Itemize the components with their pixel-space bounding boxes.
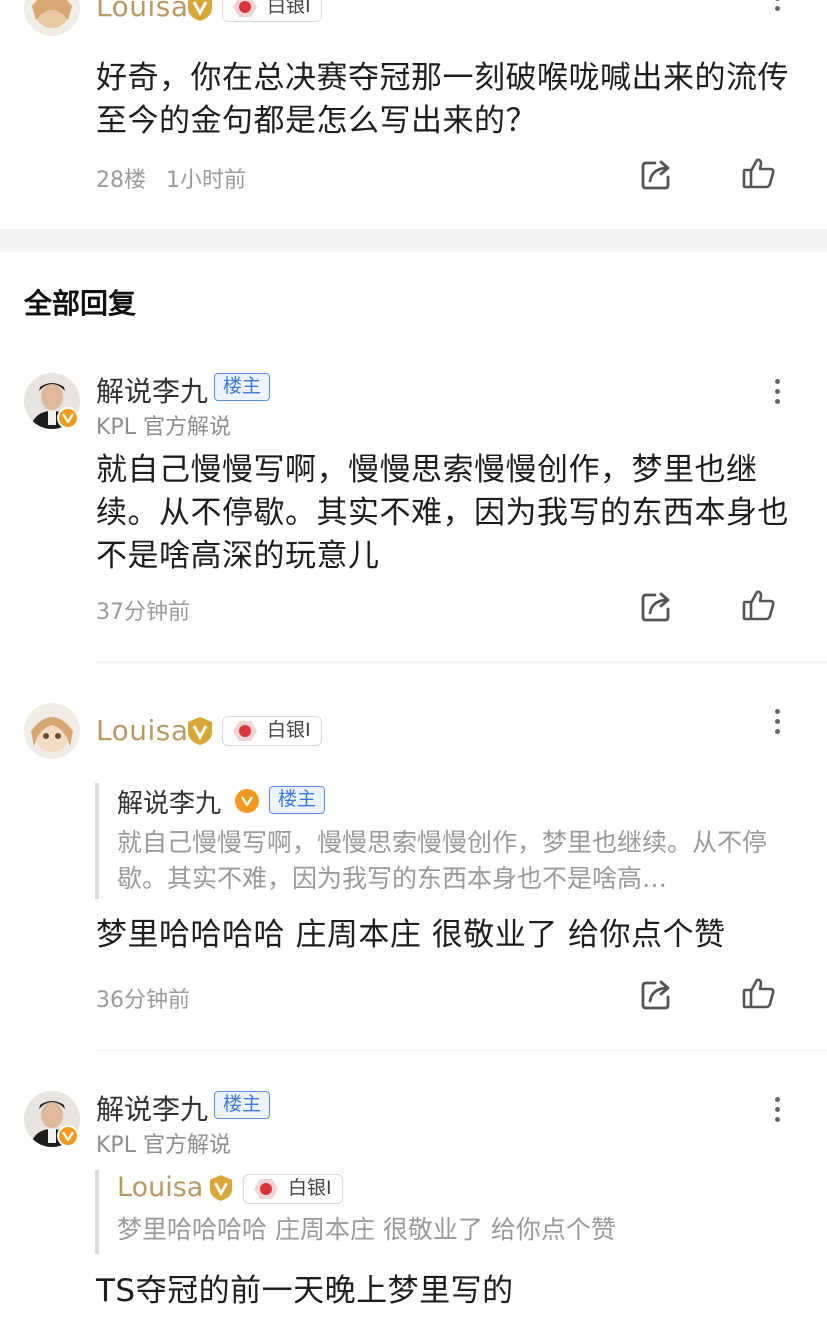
thumbs-up-icon[interactable] [742,976,776,1010]
rank-label: 白银I [267,719,311,741]
rank-emblem-icon [233,0,257,17]
quoted-user-name: Louisa [117,1172,204,1203]
verified-v-icon [57,1125,79,1147]
quoted-text: 梦里哈哈哈哈 庄周本庄 很敬业了 给你点个赞 [117,1215,616,1244]
reply-time: 37分钟前 [96,600,190,625]
anime-avatar-image [24,703,80,759]
anime-avatar-image [24,0,80,36]
user-subtitle: KPL 官方解说 [96,1133,231,1158]
reply-content: 就自己慢慢写啊，慢慢思索慢慢创作，梦里也继续。从不停歇。其实不难，因为我写的东西… [96,452,789,574]
reply-content: 梦里哈哈哈哈 庄周本庄 很敬业了 给你点个赞 [96,917,726,953]
thumbs-up-icon[interactable] [742,588,776,622]
user-name[interactable]: 解说李九 [96,1088,208,1128]
section-separator [0,230,827,252]
divider [95,662,827,663]
quoted-text: 就自己慢慢写啊，慢慢思索慢慢创作，梦里也继续。从不停歇。其实不难，因为我写的东西… [117,828,768,893]
more-vertical-icon[interactable] [773,0,781,16]
verified-v-icon [57,407,79,429]
thumbs-up-icon[interactable] [742,156,776,190]
verified-v-icon [209,1175,233,1201]
more-vertical-icon[interactable] [773,1097,781,1127]
rank-badge: 白银I [243,1174,343,1204]
rank-label: 白银I [288,1177,332,1199]
host-tag: 楼主 [269,786,326,814]
avatar[interactable] [24,703,80,759]
user-name[interactable]: Louisa [96,0,189,23]
divider [95,1050,827,1051]
post-content: 好奇，你在总决赛夺冠那一刻破喉咙喊出来的流传至今的金句都是怎么写出来的？ [96,60,789,139]
rank-emblem-icon [233,721,257,741]
host-tag: 楼主 [214,1091,271,1119]
section-title: 全部回复 [24,287,137,320]
floor-number: 28楼 [96,168,146,193]
host-tag: 楼主 [214,373,271,401]
share-icon[interactable] [640,157,674,191]
quoted-reply[interactable]: 解说李九 楼主 就自己慢慢写啊，慢慢思索慢慢创作，梦里也继续。从不停歇。其实不难… [95,783,807,899]
post-time: 1小时前 [166,168,246,193]
user-name[interactable]: 解说李九 [96,370,208,410]
reply-time: 36分钟前 [96,988,190,1013]
rank-badge: 白银I [222,716,322,746]
user-name[interactable]: Louisa [96,714,189,747]
quoted-reply[interactable]: Louisa 白银I 梦里哈哈哈哈 庄周本庄 很敬业了 给你点个赞 [95,1170,807,1254]
verified-v-icon [235,789,259,813]
more-vertical-icon[interactable] [773,379,781,409]
more-vertical-icon[interactable] [773,709,781,739]
share-icon[interactable] [640,589,674,623]
verified-v-icon [188,717,212,745]
avatar[interactable] [24,0,80,36]
verified-v-icon [188,0,212,21]
rank-emblem-icon [254,1179,278,1199]
rank-badge: 白银I [222,0,322,22]
reply-content: TS夺冠的前一天晚上梦里写的 [96,1273,514,1309]
user-subtitle: KPL 官方解说 [96,415,231,440]
share-icon[interactable] [640,977,674,1011]
rank-label: 白银I [267,0,311,17]
quoted-user-name: 解说李九 [117,789,222,819]
